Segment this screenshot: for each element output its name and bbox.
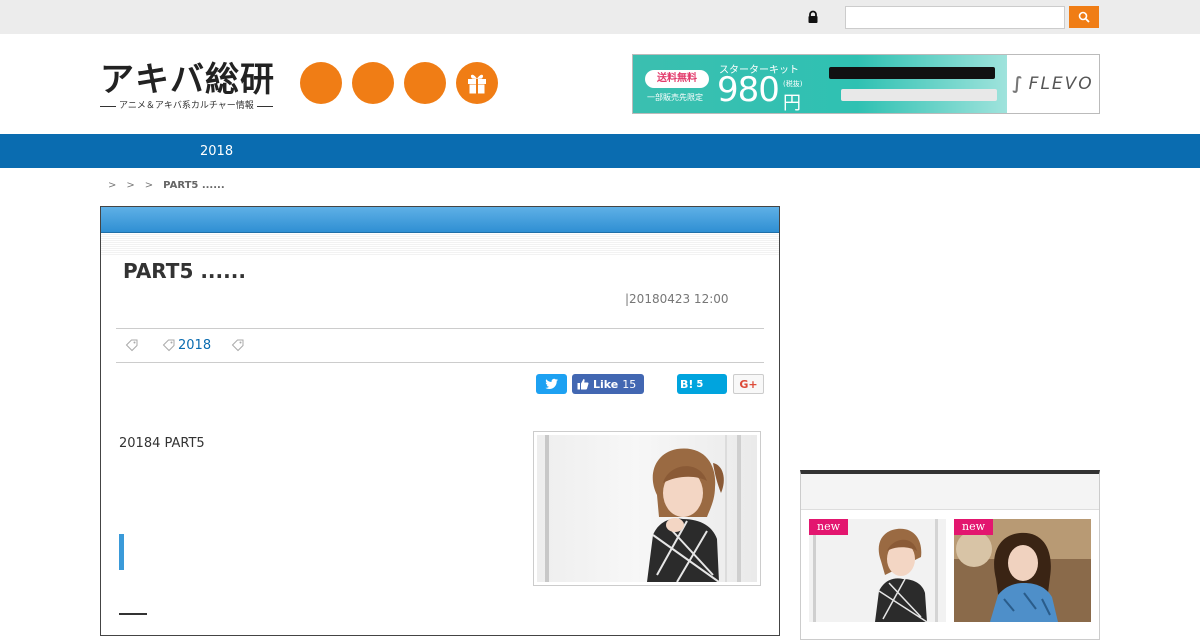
ad-free-shipping: 送料無料 xyxy=(645,70,709,88)
article-body: 20184 PART5 xyxy=(119,436,205,451)
twitter-share-button[interactable] xyxy=(536,374,567,394)
ad-yen: 円 xyxy=(783,93,801,114)
nav-item-2018[interactable]: 2018 xyxy=(200,144,233,159)
breadcrumb: > > > PART5 ...... xyxy=(108,180,225,191)
tag-icon[interactable] xyxy=(231,338,245,352)
site-header: アキバ総研 アニメ＆アキバ系カルチャー情報 送料無料 一部販売先限定 スターター… xyxy=(0,34,1200,134)
ad-tax-note: (税抜) xyxy=(783,80,803,88)
ad-price: 980 xyxy=(717,70,780,110)
article-header-bar xyxy=(101,207,779,233)
article-card: PART5 ...... |20180423 12:00 2018 Like 1… xyxy=(100,206,780,636)
main-nav: 2018 xyxy=(0,134,1200,168)
ad-product-image xyxy=(841,89,997,101)
sidebar-header xyxy=(801,474,1099,510)
search-input[interactable] xyxy=(845,6,1065,29)
new-badge: new xyxy=(954,519,993,535)
breadcrumb-separator[interactable]: > xyxy=(126,180,134,191)
tag-link-2018[interactable]: 2018 xyxy=(178,338,211,353)
lock-icon[interactable] xyxy=(806,10,820,24)
sidebar-thumbnail[interactable]: new xyxy=(954,519,1091,622)
google-plus-button[interactable]: G+ xyxy=(733,374,764,394)
ad-brand-logo: ∫ FLEVO xyxy=(1007,55,1099,113)
like-count: 15 xyxy=(622,377,637,391)
facebook-like-button[interactable]: Like 15 xyxy=(572,374,644,394)
social-circle-icon[interactable] xyxy=(404,62,446,104)
sidebar-ranking: new new xyxy=(800,470,1100,640)
twitter-icon xyxy=(544,378,558,390)
article-stripe xyxy=(101,233,779,255)
article-title: PART5 ...... xyxy=(123,259,246,283)
social-circle-icon[interactable] xyxy=(300,62,342,104)
hatena-count: 5 xyxy=(696,378,704,390)
site-logo[interactable]: アキバ総研 アニメ＆アキバ系カルチャー情報 xyxy=(100,60,280,112)
logo-tagline: アニメ＆アキバ系カルチャー情報 xyxy=(100,100,280,112)
breadcrumb-current: PART5 ...... xyxy=(163,180,225,191)
hatena-bookmark-button[interactable]: B! 5 xyxy=(677,374,727,394)
tag-icon[interactable] xyxy=(125,338,139,352)
new-badge: new xyxy=(809,519,848,535)
breadcrumb-separator[interactable]: > xyxy=(108,180,116,191)
top-bar xyxy=(0,0,1200,34)
ad-banner[interactable]: 送料無料 一部販売先限定 スターターキット 980 (税抜) 円 ∫ FLEVO xyxy=(632,54,1100,114)
sidebar-thumbnail[interactable]: new xyxy=(809,519,946,622)
search-icon xyxy=(1078,11,1090,23)
article-photo[interactable] xyxy=(533,431,761,586)
tag-icon xyxy=(162,339,175,352)
gift-icon[interactable] xyxy=(456,62,498,104)
logo-title: アキバ総研 xyxy=(100,60,275,100)
hatena-icon: B! xyxy=(680,377,694,391)
search-button[interactable] xyxy=(1069,6,1099,28)
divider xyxy=(116,328,764,329)
social-circle-icon[interactable] xyxy=(352,62,394,104)
divider xyxy=(116,362,764,363)
article-date: |20180423 12:00 xyxy=(625,292,729,306)
ad-product-image xyxy=(829,67,995,79)
thumbs-up-icon xyxy=(577,379,589,390)
breadcrumb-separator[interactable]: > xyxy=(145,180,153,191)
section-dash xyxy=(119,613,147,615)
section-marker xyxy=(119,534,124,570)
ad-subtext: 一部販売先限定 xyxy=(647,93,703,102)
